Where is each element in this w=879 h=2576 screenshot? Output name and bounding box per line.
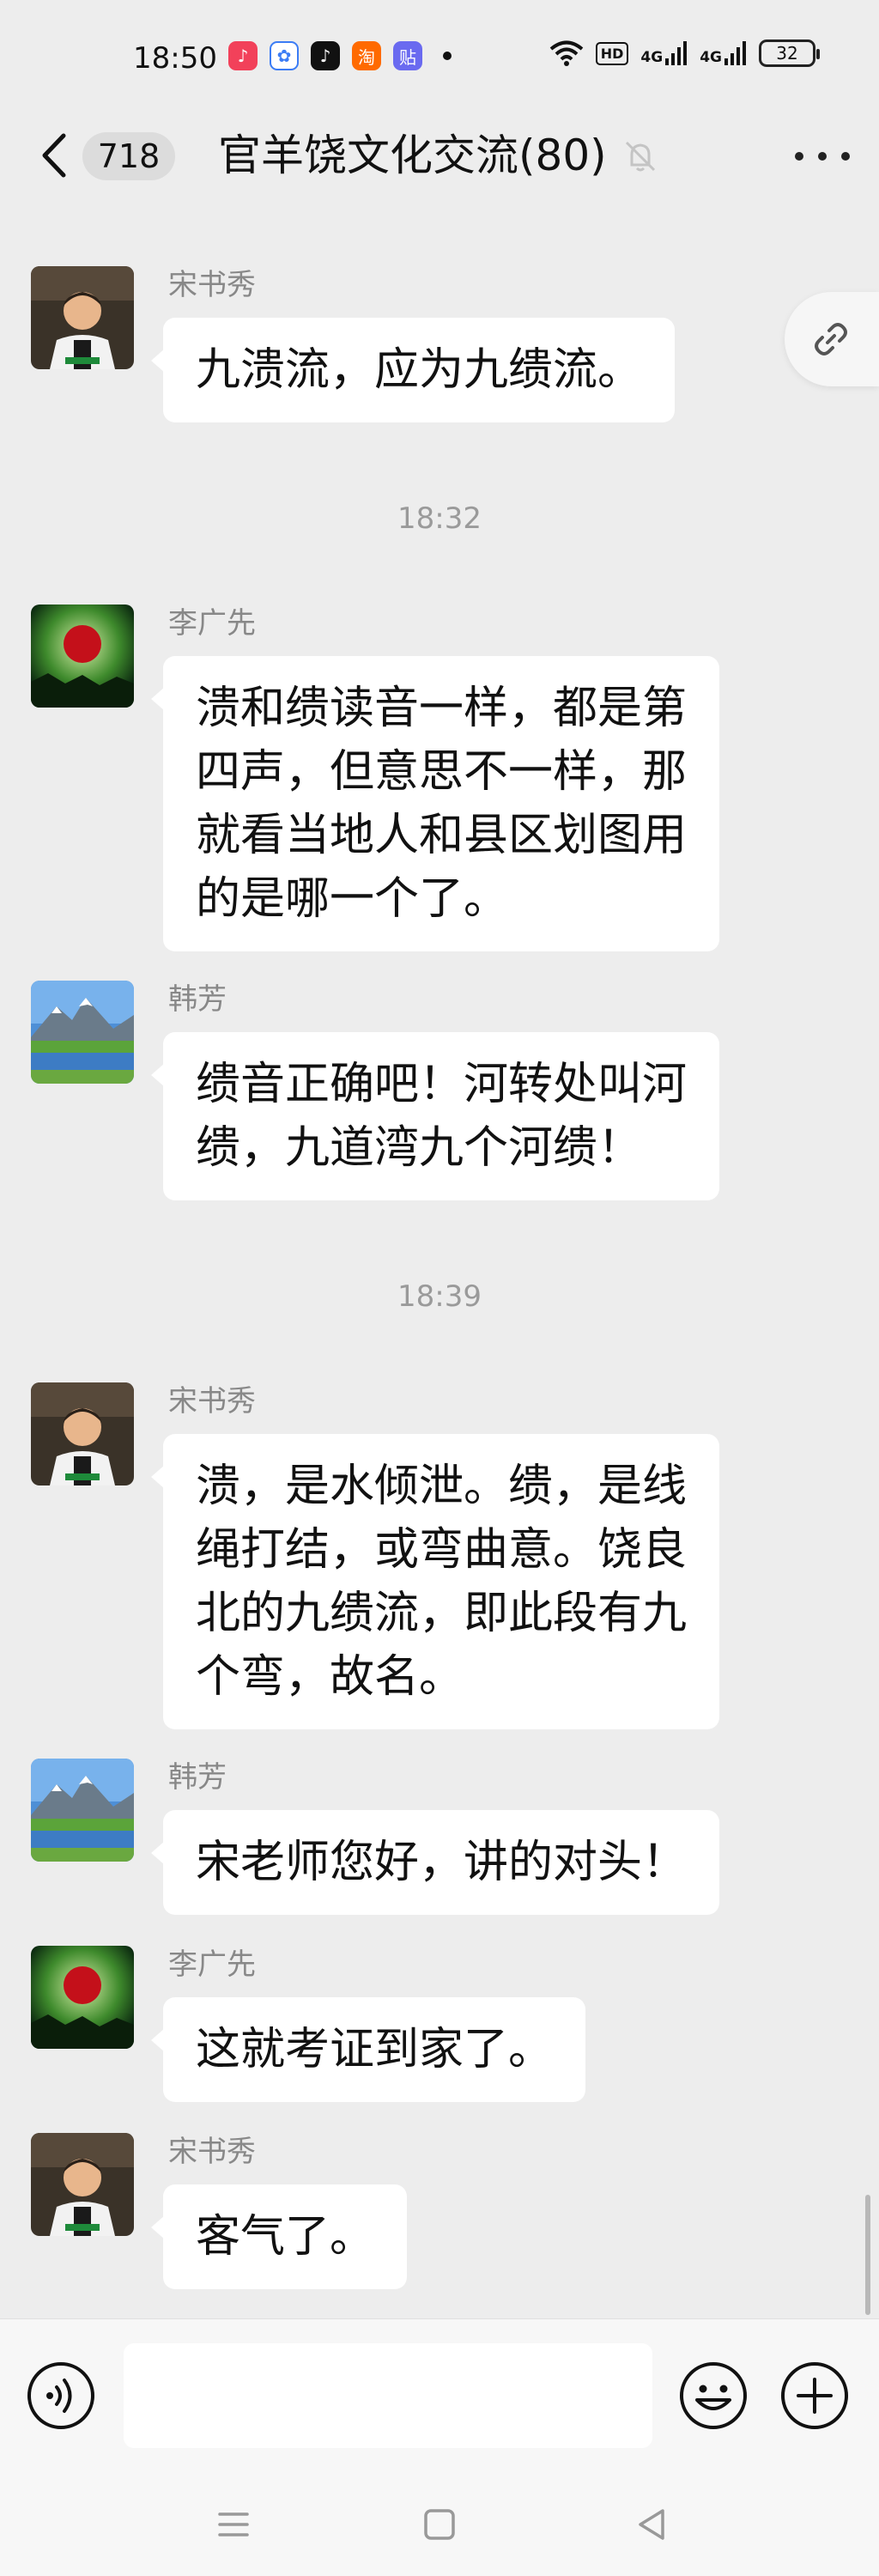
plus-icon[interactable] — [779, 2360, 850, 2431]
sunset-avatar-icon — [31, 605, 134, 708]
message-text-line: 绳打结，或弯曲意。饶良 — [196, 1524, 688, 1576]
message-text-line: 个弯，故名。 — [196, 1651, 464, 1703]
avatar[interactable] — [31, 2133, 134, 2236]
avatar[interactable] — [31, 1759, 134, 1862]
message-bubble[interactable]: 这就考证到家了。 — [150, 1997, 586, 2102]
status-bar: 18:50 ♪ ✿ ♪ 淘 贴 HD 4G 4G 32 — [0, 0, 879, 112]
system-nav-bar — [0, 2473, 879, 2576]
dot-icon — [841, 152, 850, 161]
tieba-app-icon: 贴 — [393, 41, 422, 70]
chat-title[interactable]: 官羊饶文化交流(80) — [218, 129, 607, 182]
link-float-button[interactable] — [785, 292, 879, 386]
sender-name: 韩芳 — [168, 1760, 227, 1795]
boy-avatar-icon — [31, 1382, 134, 1485]
message-text-line: 的是哪一个了。 — [196, 873, 509, 925]
message-text-line: 宋老师您好，讲的对头！ — [196, 1837, 688, 1888]
back-triangle-icon[interactable] — [632, 2504, 673, 2545]
menu-icon[interactable] — [213, 2504, 254, 2545]
muted-bell-icon — [625, 141, 656, 172]
sender-name: 宋书秀 — [168, 1384, 256, 1419]
mountain-avatar-icon — [31, 1759, 134, 1862]
message-text-line: 北的九缋流，即此段有九 — [196, 1588, 688, 1639]
emoji-icon[interactable] — [678, 2360, 749, 2431]
notification-dot — [443, 52, 452, 60]
unread-count-badge[interactable]: 718 — [82, 132, 175, 180]
message-input[interactable] — [124, 2343, 652, 2448]
avatar[interactable] — [31, 605, 134, 708]
sender-name: 李广先 — [168, 1947, 256, 1982]
tiktok-app-icon: ♪ — [311, 41, 340, 70]
sender-name: 韩芳 — [168, 982, 227, 1017]
back-arrow-icon[interactable] — [34, 131, 77, 180]
message-bubble[interactable]: 缋音正确吧！河转处叫河 缋，九道湾九个河缋！ — [150, 1032, 720, 1200]
home-icon[interactable] — [419, 2504, 460, 2545]
message-text-line: 就看当地人和县区划图用 — [196, 810, 688, 861]
network-type-label: 4G — [640, 49, 664, 66]
avatar[interactable] — [31, 981, 134, 1084]
message-text-line: 溃，是水倾泄。缋，是线 — [196, 1461, 688, 1512]
message-text-line: 客气了。 — [196, 2211, 375, 2263]
dot-icon — [795, 152, 803, 161]
more-options-button[interactable] — [795, 136, 850, 177]
battery-icon: 32 — [759, 39, 820, 67]
message-text-line: 这就考证到家了。 — [196, 2024, 554, 2075]
network-type-label: 4G — [700, 49, 722, 66]
status-app-icons: ♪ ✿ ♪ 淘 贴 — [228, 41, 452, 70]
signal-bars-icon — [724, 41, 746, 65]
music-app-icon: ♪ — [228, 41, 258, 70]
timestamp: 18:39 — [397, 1279, 482, 1314]
taobao-app-icon: 淘 — [352, 41, 381, 70]
status-time: 18:50 — [133, 41, 217, 76]
sender-name: 宋书秀 — [168, 2135, 256, 2169]
signal-1: 4G — [640, 41, 688, 65]
link-icon — [815, 323, 847, 355]
message-bubble[interactable]: 溃和缋读音一样，都是第 四声，但意思不一样，那 就看当地人和县区划图用 的是哪一… — [150, 656, 720, 951]
avatar[interactable] — [31, 266, 134, 369]
avatar[interactable] — [31, 1946, 134, 2049]
sender-name: 李广先 — [168, 606, 256, 641]
mountain-avatar-icon — [31, 981, 134, 1084]
sender-name: 宋书秀 — [168, 268, 256, 302]
message-bubble[interactable]: 溃，是水倾泄。缋，是线 绳打结，或弯曲意。饶良 北的九缋流，即此段有九 个弯，故… — [150, 1434, 720, 1729]
message-text-line: 缋音正确吧！河转处叫河 — [196, 1059, 688, 1110]
wifi-icon — [549, 40, 584, 66]
dot-icon — [818, 152, 827, 161]
voice-input-icon[interactable] — [26, 2360, 96, 2431]
message-text-line: 四声，但意思不一样，那 — [196, 746, 688, 798]
message-bubble[interactable]: 九溃流，应为九缋流。 — [150, 318, 676, 422]
baidu-app-icon: ✿ — [270, 41, 299, 70]
boy-avatar-icon — [31, 2133, 134, 2236]
message-text-line: 溃和缋读音一样，都是第 — [196, 683, 688, 734]
status-indicators: HD 4G 4G 32 — [549, 39, 820, 67]
input-bar — [0, 2318, 879, 2473]
message-text-line: 缋，九道湾九个河缋！ — [196, 1122, 643, 1174]
battery-level: 32 — [776, 43, 798, 64]
signal-bars-icon — [665, 41, 688, 65]
hd-badge: HD — [595, 41, 629, 65]
scrollbar-thumb[interactable] — [865, 2195, 870, 2315]
message-text-line: 九溃流，应为九缋流。 — [196, 344, 643, 396]
timestamp: 18:32 — [397, 501, 482, 536]
chat-header: 718 官羊饶文化交流(80) — [0, 112, 879, 197]
message-bubble[interactable]: 客气了。 — [150, 2184, 408, 2289]
sunset-avatar-icon — [31, 1946, 134, 2049]
avatar[interactable] — [31, 1382, 134, 1485]
message-bubble[interactable]: 宋老师您好，讲的对头！ — [150, 1810, 720, 1915]
boy-avatar-icon — [31, 266, 134, 369]
signal-2: 4G — [700, 41, 747, 65]
